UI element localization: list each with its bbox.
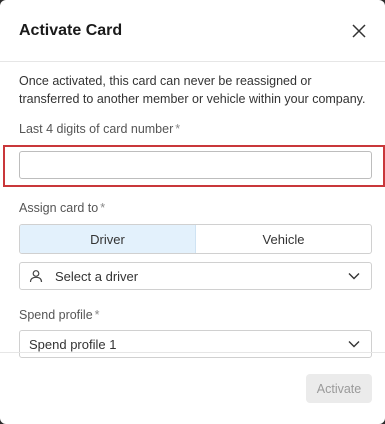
dialog-header: Activate Card — [0, 0, 385, 62]
activate-button[interactable]: Activate — [306, 374, 372, 403]
spend-profile-label-text: Spend profile — [19, 308, 93, 322]
person-icon — [29, 268, 45, 284]
assign-label: Assign card to * — [19, 201, 372, 215]
card-number-label: Last 4 digits of card number * — [19, 122, 372, 136]
assign-segmented-control: Driver Vehicle — [19, 224, 372, 254]
chevron-down-icon — [348, 337, 362, 351]
card-number-highlight — [3, 145, 385, 187]
card-number-label-text: Last 4 digits of card number — [19, 122, 174, 136]
dialog-title: Activate Card — [19, 21, 123, 39]
chevron-down-icon — [348, 269, 362, 283]
activate-card-dialog: Activate Card Once activated, this card … — [0, 0, 385, 424]
required-marker: * — [94, 308, 100, 322]
assign-option-driver[interactable]: Driver — [20, 225, 196, 253]
driver-select-placeholder: Select a driver — [55, 268, 139, 284]
dialog-footer: Activate — [0, 352, 385, 424]
required-marker: * — [100, 201, 106, 215]
spend-profile-value: Spend profile 1 — [29, 336, 117, 352]
card-number-input[interactable] — [19, 151, 372, 179]
assign-option-vehicle[interactable]: Vehicle — [196, 225, 371, 253]
dialog-description: Once activated, this card can never be r… — [19, 74, 366, 106]
close-icon[interactable] — [347, 19, 371, 43]
spend-profile-label: Spend profile * — [19, 308, 372, 322]
assign-label-text: Assign card to — [19, 201, 99, 215]
required-marker: * — [175, 122, 181, 136]
driver-select[interactable]: Select a driver — [19, 262, 372, 290]
dialog-body: Once activated, this card can never be r… — [0, 62, 385, 358]
